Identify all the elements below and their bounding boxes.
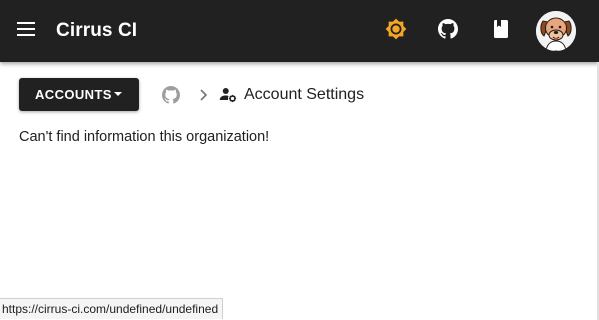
status-bar-url: https://cirrus-ci.com/undefined/undefine… [0, 298, 224, 319]
app-title[interactable]: Cirrus CI [56, 19, 137, 43]
chevron-right-icon [196, 86, 212, 104]
breadcrumb-github-icon[interactable] [162, 86, 180, 104]
app-bar: Cirrus CI [0, 0, 599, 62]
documentation-button[interactable] [484, 14, 518, 48]
theme-toggle-button[interactable] [379, 14, 413, 48]
menu-icon [17, 21, 35, 41]
github-icon [438, 18, 458, 44]
breadcrumb-account-settings: Account Settings [244, 86, 365, 103]
caret-down-icon [110, 86, 126, 102]
error-message: Can't find information this organization… [19, 129, 270, 145]
avatar[interactable] [536, 11, 576, 51]
avatar-dog-illustration [536, 11, 576, 51]
book-icon [493, 19, 509, 43]
page: Cirrus CI ACCOUNTS Account Settings Can'… [0, 0, 599, 320]
github-icon [162, 86, 180, 104]
accounts-dropdown-button[interactable]: ACCOUNTS [19, 78, 139, 111]
menu-button[interactable] [10, 15, 42, 47]
theme-brightness-icon [385, 18, 407, 45]
accounts-button-label: ACCOUNTS [35, 87, 112, 102]
account-settings-icon [219, 85, 237, 103]
github-button[interactable] [431, 14, 465, 48]
